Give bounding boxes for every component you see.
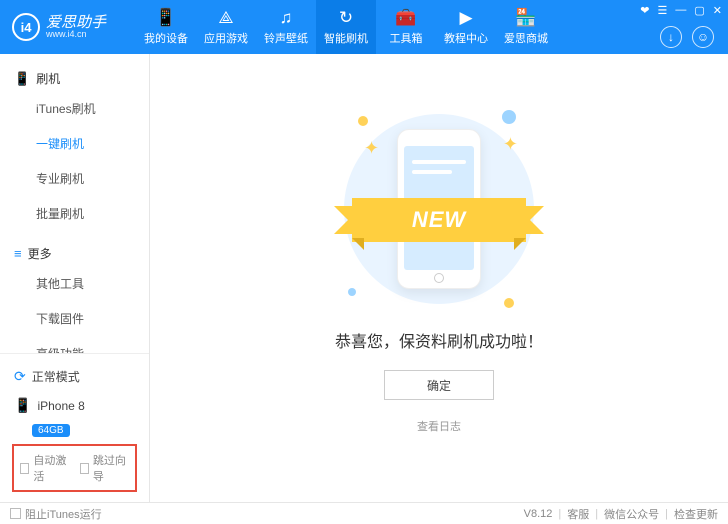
phone-icon: 📱 <box>14 71 30 87</box>
user-button[interactable]: ☺ <box>692 26 714 48</box>
view-log-link[interactable]: 查看日志 <box>150 418 728 434</box>
store-icon: 🏪 <box>515 9 536 26</box>
device-info[interactable]: 📱 iPhone 8 <box>10 391 139 420</box>
group-title: 更多 <box>28 245 52 262</box>
checkbox-label: 阻止iTunes运行 <box>25 506 102 522</box>
nav-label: 爱思商城 <box>504 30 548 46</box>
sidebar-item-download-fw[interactable]: 下载固件 <box>36 301 149 336</box>
checkbox-block-itunes[interactable]: 阻止iTunes运行 <box>10 506 102 522</box>
footer-link-support[interactable]: 客服 <box>567 506 589 522</box>
version-label: V8.12 <box>524 508 553 520</box>
download-button[interactable]: ↓ <box>660 26 682 48</box>
top-nav: 📱 我的设备 ⟁ 应用游戏 ♫ 铃声壁纸 ↻ 智能刷机 🧰 工具箱 ▶ 教程中心 🏪 爱思商城 <box>136 0 556 54</box>
app-logo: i4 爱思助手 www.i4.cn <box>0 13 118 41</box>
window-controls: ❤ ☰ — ▢ ✕ <box>640 4 722 17</box>
checkbox-label: 跳过向导 <box>93 452 129 484</box>
play-icon: ▶ <box>459 9 472 26</box>
storage-badge: 64GB <box>32 424 70 437</box>
footer-link-wechat[interactable]: 微信公众号 <box>604 506 659 522</box>
status-bar: 阻止iTunes运行 V8.12 | 客服 | 微信公众号 | 检查更新 <box>0 502 728 524</box>
nav-label: 我的设备 <box>144 30 188 46</box>
success-illustration: ✦ ✦ NEW <box>334 104 544 314</box>
title-bar: i4 爱思助手 www.i4.cn 📱 我的设备 ⟁ 应用游戏 ♫ 铃声壁纸 ↻ 智能刷… <box>0 0 728 54</box>
group-title: 刷机 <box>36 70 60 87</box>
checkbox-label: 自动激活 <box>33 452 69 484</box>
apps-icon: ⟁ <box>218 9 233 26</box>
menu-icon[interactable]: ☰ <box>658 4 668 17</box>
ok-button[interactable]: 确定 <box>384 370 494 400</box>
checkbox-skip-guide[interactable]: 跳过向导 <box>80 452 130 484</box>
sidebar-item-other-tools[interactable]: 其他工具 <box>36 266 149 301</box>
nav-tutorials[interactable]: ▶ 教程中心 <box>436 0 496 54</box>
device-mode[interactable]: ⟳ 正常模式 <box>10 362 139 391</box>
device-icon: 📱 <box>155 9 176 26</box>
star-icon: ✦ <box>503 134 518 155</box>
nav-label: 工具箱 <box>390 30 423 46</box>
checkbox-icon <box>20 463 29 474</box>
nav-label: 应用游戏 <box>204 30 248 46</box>
app-url: www.i4.cn <box>46 30 106 39</box>
nav-label: 教程中心 <box>444 30 488 46</box>
nav-toolbox[interactable]: 🧰 工具箱 <box>376 0 436 54</box>
menu-icon: ≡ <box>14 246 22 261</box>
minimize-icon[interactable]: — <box>675 4 686 17</box>
nav-my-device[interactable]: 📱 我的设备 <box>136 0 196 54</box>
main-content: ✦ ✦ NEW 恭喜您，保资料刷机成功啦！ 确定 查看日志 <box>150 54 728 502</box>
star-icon: ✦ <box>364 138 379 159</box>
sidebar-item-batch-flash[interactable]: 批量刷机 <box>36 196 149 231</box>
app-name: 爱思助手 <box>46 15 106 30</box>
sidebar: 📱 刷机 iTunes刷机 一键刷机 专业刷机 批量刷机 ≡ 更多 其他工具 下… <box>0 54 150 502</box>
nav-ringtones[interactable]: ♫ 铃声壁纸 <box>256 0 316 54</box>
ribbon-text: NEW <box>412 207 466 233</box>
sidebar-item-oneclick-flash[interactable]: 一键刷机 <box>36 126 149 161</box>
header-actions: ↓ ☺ <box>660 26 714 48</box>
sidebar-item-pro-flash[interactable]: 专业刷机 <box>36 161 149 196</box>
sidebar-item-advanced[interactable]: 高级功能 <box>36 336 149 353</box>
nav-apps[interactable]: ⟁ 应用游戏 <box>196 0 256 54</box>
nav-flash[interactable]: ↻ 智能刷机 <box>316 0 376 54</box>
sidebar-group-more: ≡ 更多 <box>0 235 149 262</box>
feedback-icon[interactable]: ❤ <box>640 4 649 17</box>
refresh-icon: ↻ <box>339 9 353 26</box>
checkbox-auto-activate[interactable]: 自动激活 <box>20 452 70 484</box>
success-message: 恭喜您，保资料刷机成功啦！ <box>150 328 728 352</box>
checkbox-icon <box>80 463 89 474</box>
close-icon[interactable]: ✕ <box>713 4 722 17</box>
phone-icon: 📱 <box>14 397 31 414</box>
nav-label: 铃声壁纸 <box>264 30 308 46</box>
mode-icon: ⟳ <box>14 368 26 385</box>
footer-link-update[interactable]: 检查更新 <box>674 506 718 522</box>
maximize-icon[interactable]: ▢ <box>694 4 704 17</box>
nav-label: 智能刷机 <box>324 30 368 46</box>
checkbox-icon <box>10 508 21 519</box>
sidebar-item-itunes-flash[interactable]: iTunes刷机 <box>36 91 149 126</box>
toolbox-icon: 🧰 <box>395 9 416 26</box>
logo-icon: i4 <box>12 13 40 41</box>
nav-store[interactable]: 🏪 爱思商城 <box>496 0 556 54</box>
device-name: iPhone 8 <box>37 399 84 413</box>
new-ribbon: NEW <box>352 198 526 242</box>
mode-label: 正常模式 <box>32 368 80 385</box>
sidebar-group-flash: 📱 刷机 <box>0 60 149 87</box>
flash-options-highlight: 自动激活 跳过向导 <box>12 444 137 492</box>
music-icon: ♫ <box>280 9 293 26</box>
